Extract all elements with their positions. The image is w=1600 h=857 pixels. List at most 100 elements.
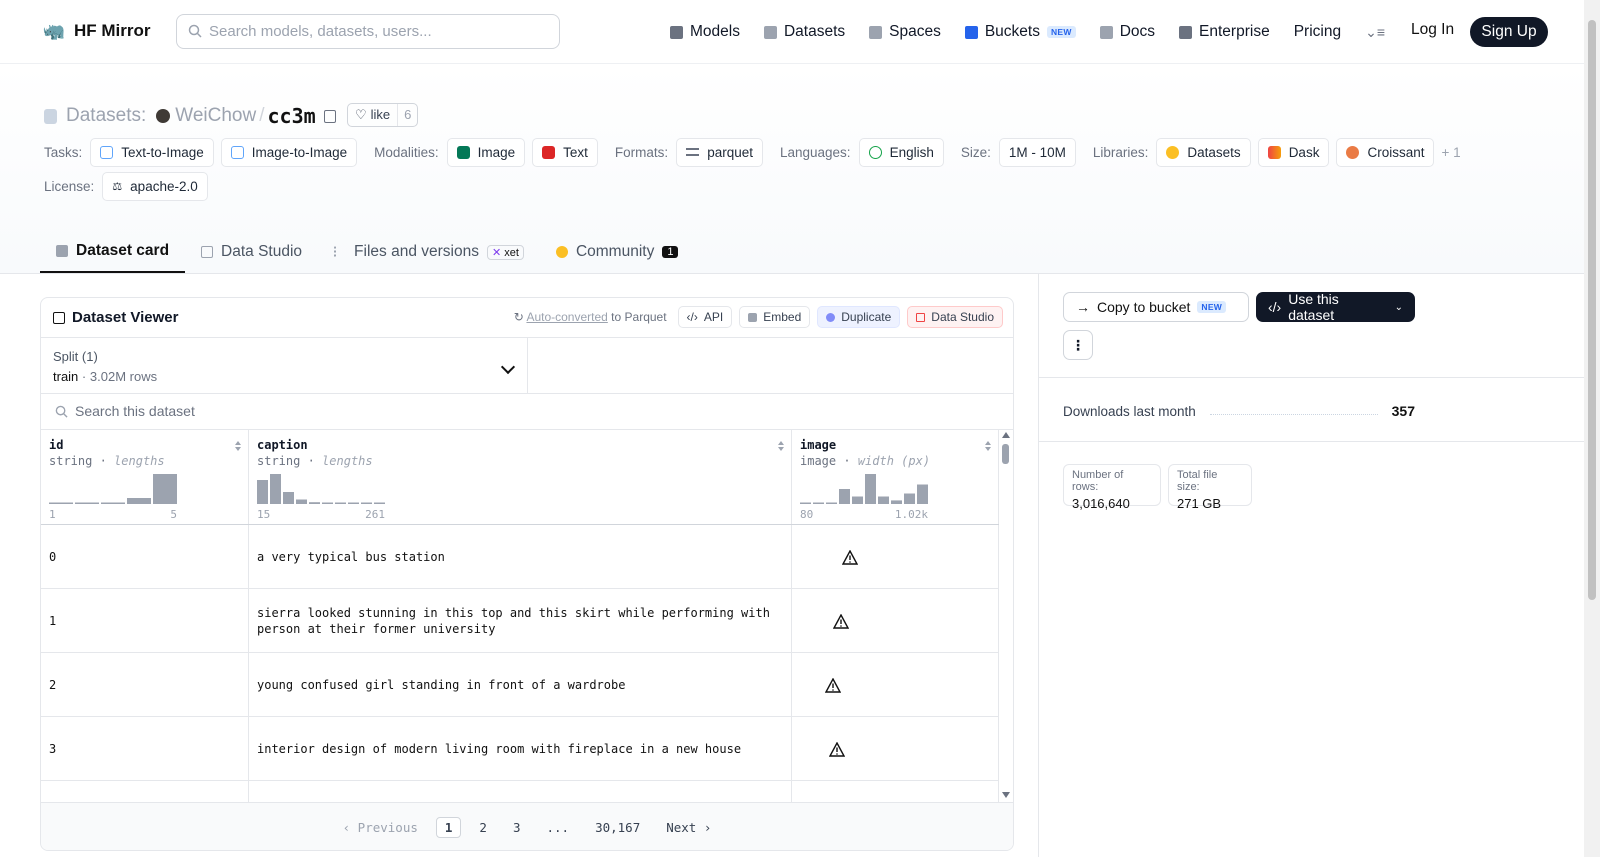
histogram-bar[interactable]: [891, 500, 902, 504]
histogram-bar[interactable]: [296, 499, 307, 505]
histogram-bar[interactable]: [101, 502, 125, 505]
tag-english[interactable]: English: [858, 137, 944, 167]
histogram-bar[interactable]: [309, 502, 320, 504]
histogram-bar[interactable]: [49, 502, 73, 505]
cell-image[interactable]: [792, 653, 999, 717]
page-3[interactable]: 3: [505, 818, 529, 837]
tag-image[interactable]: Image: [446, 137, 526, 167]
cell-id[interactable]: 2: [41, 653, 249, 717]
tag-dask[interactable]: Dask: [1257, 137, 1330, 167]
tag-datasets[interactable]: Datasets: [1156, 137, 1251, 167]
page-scroll-thumb[interactable]: [1588, 20, 1596, 600]
table-row[interactable]: 0a very typical bus station: [41, 525, 999, 589]
datasets-label[interactable]: Datasets:: [66, 105, 146, 127]
histogram-bar[interactable]: [800, 502, 811, 505]
cell-id[interactable]: 0: [41, 525, 249, 589]
sort-icon[interactable]: [984, 440, 992, 452]
more-options-button[interactable]: ⋮: [1063, 330, 1093, 360]
next-page-button[interactable]: Next ›: [658, 818, 719, 837]
split-selector[interactable]: Split (1) train · 3.02M rows: [41, 338, 528, 394]
brand-logo[interactable]: 🦏 HF Mirror: [42, 19, 151, 43]
histogram-bar[interactable]: [257, 480, 268, 504]
tag-parquet[interactable]: parquet: [676, 137, 763, 167]
histogram-id[interactable]: [49, 474, 177, 510]
table-scrollbar[interactable]: [999, 430, 1013, 802]
cell-caption[interactable]: young confused girl standing in front of…: [249, 653, 792, 717]
signup-button[interactable]: Sign Up: [1470, 17, 1548, 47]
column-header-id[interactable]: id string · lengths 1 5: [41, 430, 249, 524]
histogram-bar[interactable]: [270, 474, 281, 504]
histogram-image[interactable]: [800, 474, 928, 510]
table-row[interactable]: 3 interior design of modern living room w…: [41, 717, 999, 781]
more-menu-icon[interactable]: ⌄≡: [1365, 24, 1385, 41]
use-dataset-button[interactable]: ‹/› Use this dataset ⌄: [1256, 291, 1415, 323]
histogram-bar[interactable]: [826, 502, 837, 505]
nav-spaces[interactable]: Spaces: [869, 23, 941, 41]
global-search[interactable]: [176, 14, 560, 49]
dataset-search[interactable]: [41, 394, 1013, 430]
cell-image[interactable]: [792, 525, 999, 589]
prev-page-button[interactable]: ‹ Previous: [335, 818, 426, 837]
cell-image[interactable]: [792, 717, 999, 781]
nav-docs[interactable]: Docs: [1099, 23, 1155, 41]
tag-text-to-image[interactable]: Text-to-Image: [90, 137, 214, 167]
tab-community[interactable]: Community 1: [540, 231, 695, 273]
histogram-bar[interactable]: [839, 489, 850, 504]
data-studio-button[interactable]: Data Studio: [907, 306, 1003, 328]
column-header-caption[interactable]: caption string · lengths 15 261: [249, 430, 792, 524]
auto-converted-link[interactable]: Auto-converted: [526, 310, 607, 324]
histogram-bar[interactable]: [917, 484, 928, 505]
cell-id[interactable]: 1: [41, 589, 249, 653]
nav-buckets[interactable]: Buckets NEW: [964, 23, 1076, 41]
nav-models[interactable]: Models: [670, 23, 740, 41]
owner-link[interactable]: WeiChow: [175, 105, 256, 127]
nav-datasets[interactable]: Datasets: [763, 23, 845, 41]
api-button[interactable]: ‹/› API: [677, 306, 733, 328]
tab-data-studio[interactable]: Data Studio: [185, 231, 318, 273]
cell-caption[interactable]: sierra looked stunning in this top and t…: [249, 589, 792, 653]
tab-dataset-card[interactable]: Dataset card: [40, 231, 186, 273]
cell-image[interactable]: [792, 589, 999, 653]
tag-license[interactable]: ⚖ apache-2.0: [102, 171, 208, 201]
histogram-bar[interactable]: [865, 474, 876, 504]
sort-icon[interactable]: [234, 440, 242, 452]
cell-caption[interactable]: interior design of modern living room wi…: [249, 717, 792, 781]
dataset-search-input[interactable]: [75, 394, 675, 428]
histogram-bar[interactable]: [127, 498, 151, 504]
histogram-bar[interactable]: [322, 502, 333, 505]
page-1[interactable]: 1: [435, 817, 462, 838]
histogram-bar[interactable]: [335, 502, 346, 505]
cell-id[interactable]: 3: [41, 717, 249, 781]
sort-icon[interactable]: [777, 440, 785, 452]
page-2[interactable]: 2: [471, 818, 495, 837]
global-search-input[interactable]: [209, 15, 549, 48]
like-button[interactable]: ♡ like 6: [347, 103, 419, 127]
histogram-bar[interactable]: [878, 496, 889, 505]
tag-croissant[interactable]: Croissant: [1336, 137, 1435, 167]
histogram-bar[interactable]: [153, 474, 177, 504]
histogram-caption[interactable]: [257, 474, 385, 510]
copy-icon[interactable]: [323, 109, 336, 123]
scroll-thumb[interactable]: [1002, 444, 1009, 464]
tag-text[interactable]: Text: [532, 137, 598, 167]
histogram-bar[interactable]: [852, 496, 863, 505]
libraries-more[interactable]: + 1: [1441, 145, 1460, 160]
nav-pricing[interactable]: Pricing: [1294, 23, 1341, 41]
embed-button[interactable]: Embed: [739, 306, 811, 328]
histogram-bar[interactable]: [813, 502, 824, 505]
dataset-name[interactable]: cc3m: [268, 104, 316, 128]
table-row[interactable]: 1 sierra looked stunning in this top and …: [41, 589, 999, 653]
histogram-bar[interactable]: [361, 502, 372, 505]
histogram-bar[interactable]: [75, 502, 99, 505]
scroll-up-icon[interactable]: [1002, 432, 1010, 438]
histogram-bar[interactable]: [374, 502, 385, 505]
page-scrollbar[interactable]: [1584, 0, 1600, 857]
tag-image-to-image[interactable]: Image-to-Image: [220, 137, 358, 167]
tag-size[interactable]: 1M - 10M: [998, 137, 1076, 167]
cell-caption[interactable]: a very typical bus station: [249, 525, 792, 589]
scroll-down-icon[interactable]: [1002, 792, 1010, 798]
nav-enterprise[interactable]: Enterprise: [1179, 23, 1270, 41]
table-row[interactable]: 2 young confused girl standing in front o…: [41, 653, 999, 717]
tab-files[interactable]: Files and versions ✕ xet: [318, 231, 540, 273]
owner-avatar[interactable]: [156, 109, 171, 123]
